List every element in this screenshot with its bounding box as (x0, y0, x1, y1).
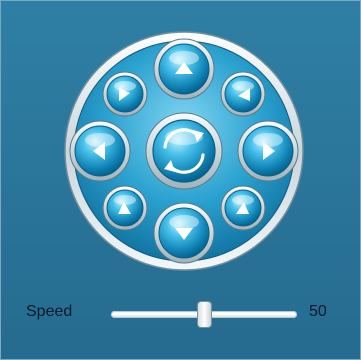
ptz-direction-pad (64, 31, 304, 271)
ptz-control-panel: Speed 50 (0, 0, 361, 360)
pan-down-button[interactable] (153, 202, 215, 264)
speed-control: Speed 50 (1, 295, 361, 331)
auto-rotate-button[interactable] (145, 112, 223, 190)
pan-up-button[interactable] (153, 38, 215, 100)
pan-right-button[interactable] (237, 120, 299, 182)
pan-up-right-button[interactable] (220, 71, 266, 117)
speed-slider-thumb[interactable] (197, 302, 211, 327)
pan-up-left-button[interactable] (102, 71, 148, 117)
pan-down-left-button[interactable] (102, 185, 148, 231)
pan-left-button[interactable] (69, 120, 131, 182)
speed-label: Speed (26, 303, 73, 320)
speed-value: 50 (309, 303, 327, 320)
pan-down-right-button[interactable] (220, 185, 266, 231)
